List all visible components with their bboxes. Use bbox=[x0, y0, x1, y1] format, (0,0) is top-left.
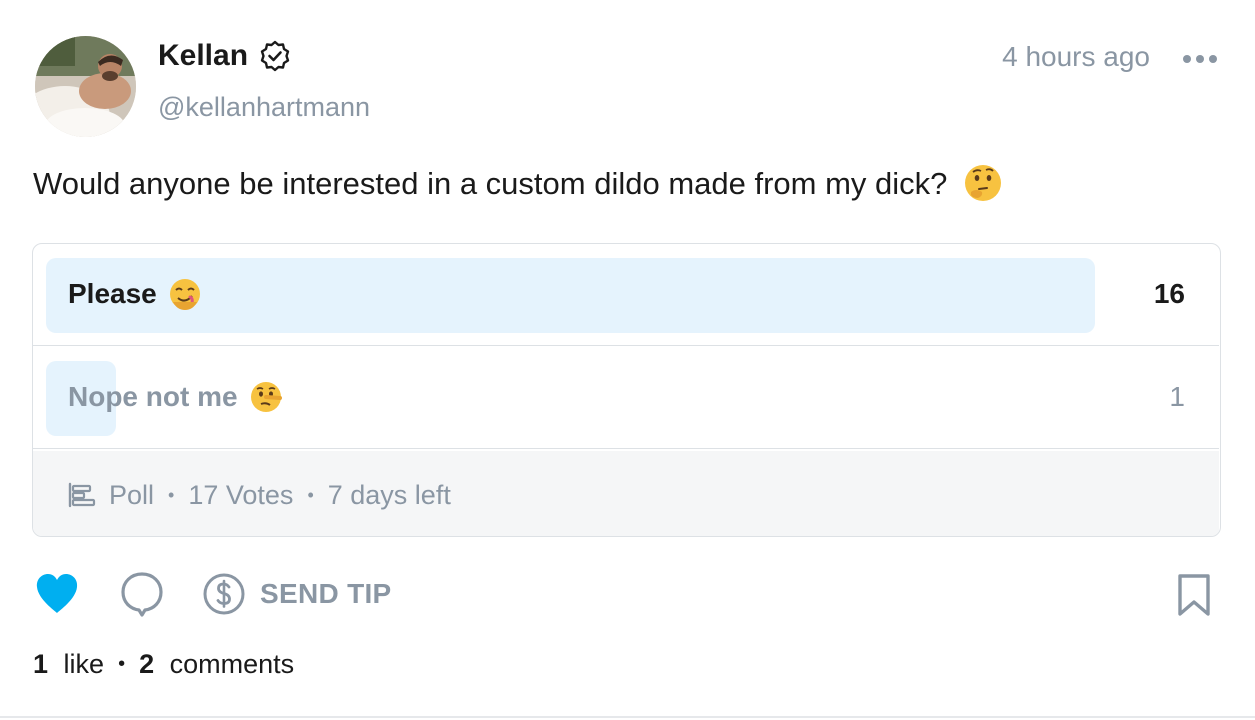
post-text: Would anyone be interested in a custom d… bbox=[33, 164, 1004, 204]
dollar-circle-icon bbox=[203, 573, 245, 615]
bookmark-button[interactable] bbox=[1175, 572, 1213, 618]
bookmark-icon bbox=[1178, 574, 1210, 616]
divider bbox=[0, 716, 1255, 718]
poll-icon bbox=[68, 482, 96, 508]
more-options-button[interactable] bbox=[1176, 44, 1224, 74]
avatar[interactable] bbox=[35, 36, 136, 137]
poll-votes-total: 17 Votes bbox=[188, 480, 294, 510]
post-stats: 1 like • 2 comments bbox=[33, 647, 294, 681]
heart-icon bbox=[36, 574, 78, 613]
post-text-content: Would anyone be interested in a custom d… bbox=[33, 166, 948, 201]
comment-bubble-icon bbox=[121, 572, 163, 617]
poll-option-label: Please bbox=[68, 276, 203, 312]
comments-count-link[interactable]: 2 comments bbox=[139, 647, 294, 681]
send-tip-button[interactable]: SEND TIP bbox=[202, 571, 392, 617]
comment-button[interactable] bbox=[120, 570, 164, 618]
poll-meta: Poll • 17 Votes • 7 days left bbox=[67, 478, 451, 512]
send-tip-label: SEND TIP bbox=[260, 578, 392, 609]
likes-count-link[interactable]: 1 like bbox=[33, 647, 104, 681]
separator-dot: • bbox=[168, 485, 175, 505]
separator-dot: • bbox=[118, 653, 126, 675]
poll-option-text: Nope not me bbox=[68, 381, 238, 412]
poll-option-votes: 1 bbox=[1169, 381, 1185, 412]
separator-dot: • bbox=[307, 485, 314, 505]
verified-badge-icon bbox=[260, 40, 290, 72]
poll-result-bar bbox=[46, 258, 1095, 333]
thinking-face-icon bbox=[965, 164, 1002, 201]
post-actions: SEND TIP bbox=[0, 566, 1255, 622]
comments-word: comments bbox=[169, 649, 295, 679]
poll-option-please[interactable]: Please 16 bbox=[33, 244, 1219, 346]
poll-option-text: Please bbox=[68, 278, 157, 309]
poll-type-label: Poll bbox=[109, 480, 155, 510]
post-timestamp[interactable]: 4 hours ago bbox=[990, 40, 1150, 74]
likes-word: like bbox=[63, 649, 105, 679]
drooling-face-icon bbox=[169, 279, 200, 310]
poll-option-label: Nope not me bbox=[68, 379, 284, 415]
poll-option-nope[interactable]: Nope not me 1 bbox=[33, 347, 1219, 449]
like-button[interactable] bbox=[34, 572, 80, 616]
poll-option-votes: 16 bbox=[1153, 278, 1185, 309]
comments-count: 2 bbox=[139, 649, 155, 679]
post-card: Kellan @kellanhartmann 4 hours ago Would… bbox=[0, 0, 1255, 720]
author-handle[interactable]: @kellanhartmann bbox=[158, 90, 370, 124]
poll-footer: Poll • 17 Votes • 7 days left bbox=[33, 451, 1219, 536]
author-name[interactable]: Kellan bbox=[158, 38, 248, 74]
poll-time-left: 7 days left bbox=[327, 480, 451, 510]
poll: Please 16 Nope not me 1 Poll • 17 Votes … bbox=[32, 243, 1221, 537]
more-dots-icon bbox=[1183, 55, 1217, 63]
likes-count: 1 bbox=[33, 649, 49, 679]
lying-face-icon bbox=[250, 382, 282, 412]
